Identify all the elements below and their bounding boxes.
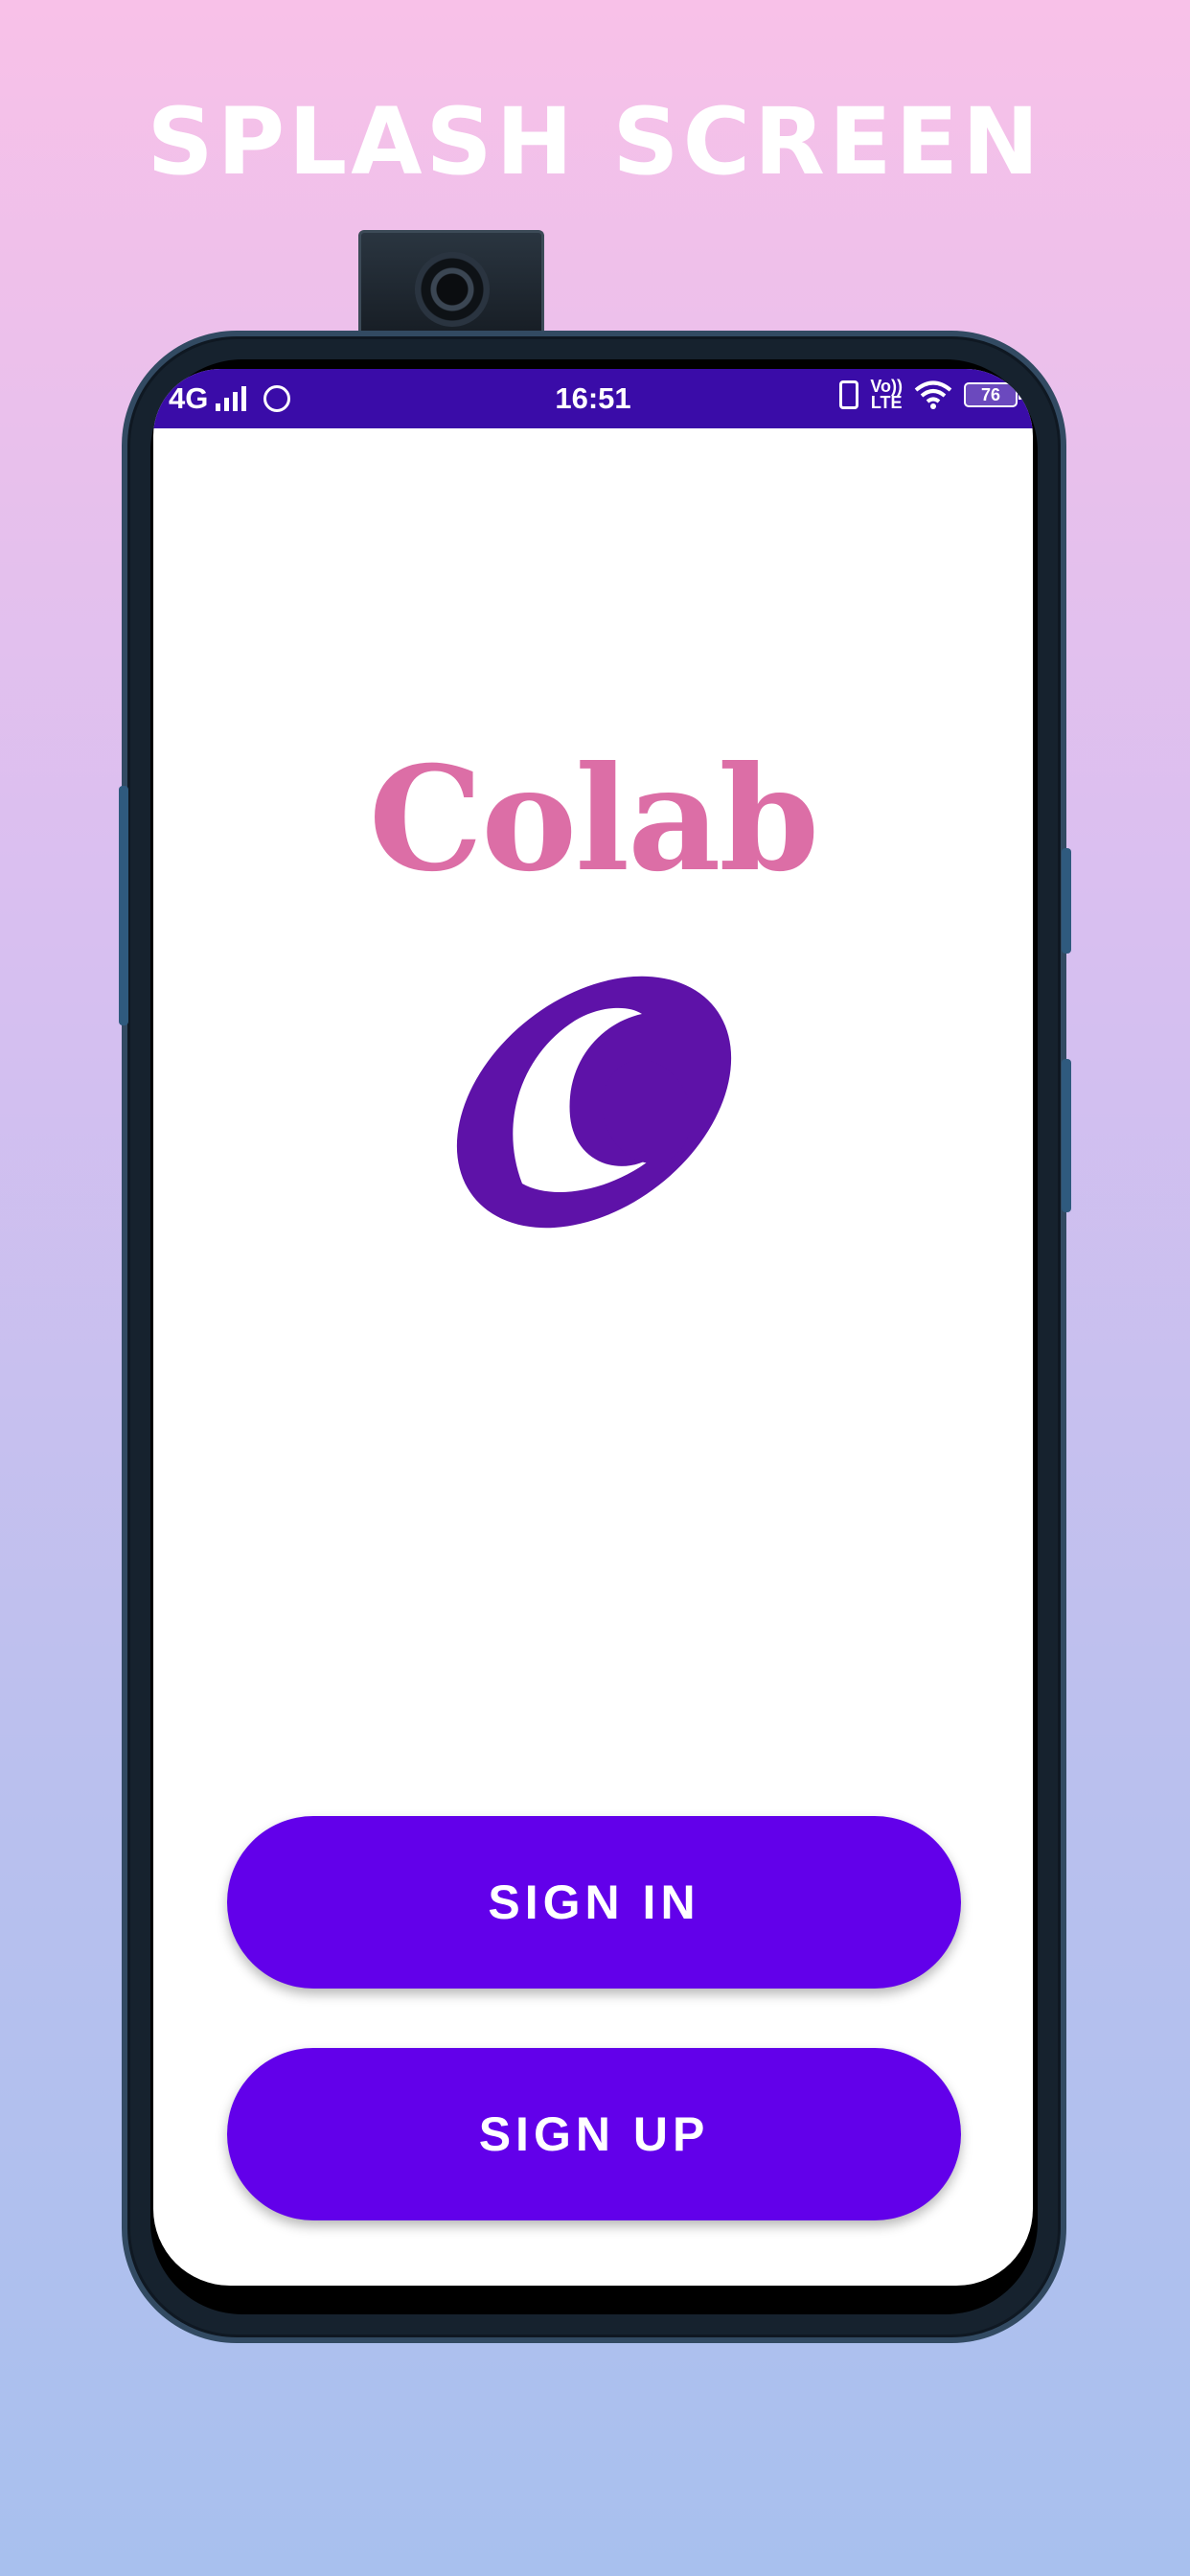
phone-side-button-left <box>119 786 128 1025</box>
app-screen: 4G 16:51 Vo)) LTE 76 Colab SIGN IN SIGN … <box>153 369 1033 2286</box>
wifi-icon <box>914 380 952 409</box>
app-logo-icon <box>456 976 732 1229</box>
vibrate-icon <box>839 380 859 409</box>
phone-side-button-right-bottom <box>1062 1059 1071 1212</box>
status-right: Vo)) LTE 76 <box>839 378 1022 412</box>
page-headline: SPLASH SCREEN <box>147 88 1043 196</box>
volte-indicator: Vo)) LTE <box>870 378 903 412</box>
sign-up-button[interactable]: SIGN UP <box>227 2048 961 2220</box>
volte-bottom: LTE <box>870 393 903 412</box>
phone-side-button-right-top <box>1062 848 1071 954</box>
battery-icon: 76 <box>964 382 1022 407</box>
popup-camera <box>358 230 544 345</box>
app-logo-text: Colab <box>368 735 820 904</box>
status-bar: 4G 16:51 Vo)) LTE 76 <box>153 369 1033 428</box>
sign-in-button[interactable]: SIGN IN <box>227 1816 961 1989</box>
camera-lens-icon <box>415 252 490 327</box>
